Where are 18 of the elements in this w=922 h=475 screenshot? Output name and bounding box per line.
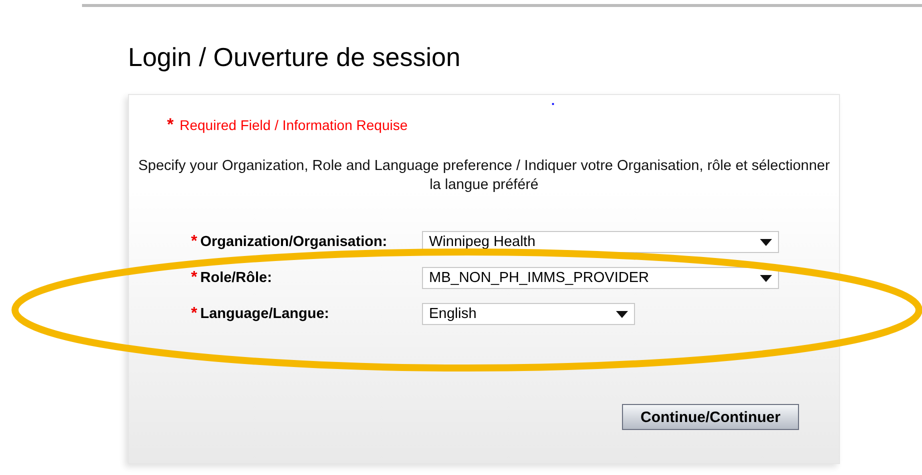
required-asterisk: * xyxy=(191,269,198,287)
dot-mark xyxy=(552,103,554,105)
field-label: Role/Rôle: xyxy=(200,270,272,286)
instructions-text: Specify your Organization, Role and Language preference / Indiquer votre Organisation, rôle et sélectionner la langue préféré xyxy=(137,157,831,195)
caret-icon xyxy=(760,274,772,282)
caret-icon xyxy=(760,238,772,246)
page-title: Login / Ouverture de session xyxy=(128,41,462,73)
required-asterisk: * xyxy=(167,115,174,135)
caret-icon xyxy=(616,310,628,318)
continue-button[interactable]: Continue/Continuer xyxy=(622,404,799,430)
required-asterisk: * xyxy=(191,305,198,323)
dropdown-field[interactable]: Winnipeg Health xyxy=(422,231,779,253)
dropdown-field[interactable]: MB_NON_PH_IMMS_PROVIDER xyxy=(422,267,779,289)
dropdown-field[interactable]: English xyxy=(422,303,635,325)
field-label: Organization/Organisation: xyxy=(200,234,388,250)
required-asterisk: * xyxy=(191,233,198,251)
required-note: Required Field / Information Requise xyxy=(180,117,408,133)
field-label: Language/Langue: xyxy=(200,306,330,322)
